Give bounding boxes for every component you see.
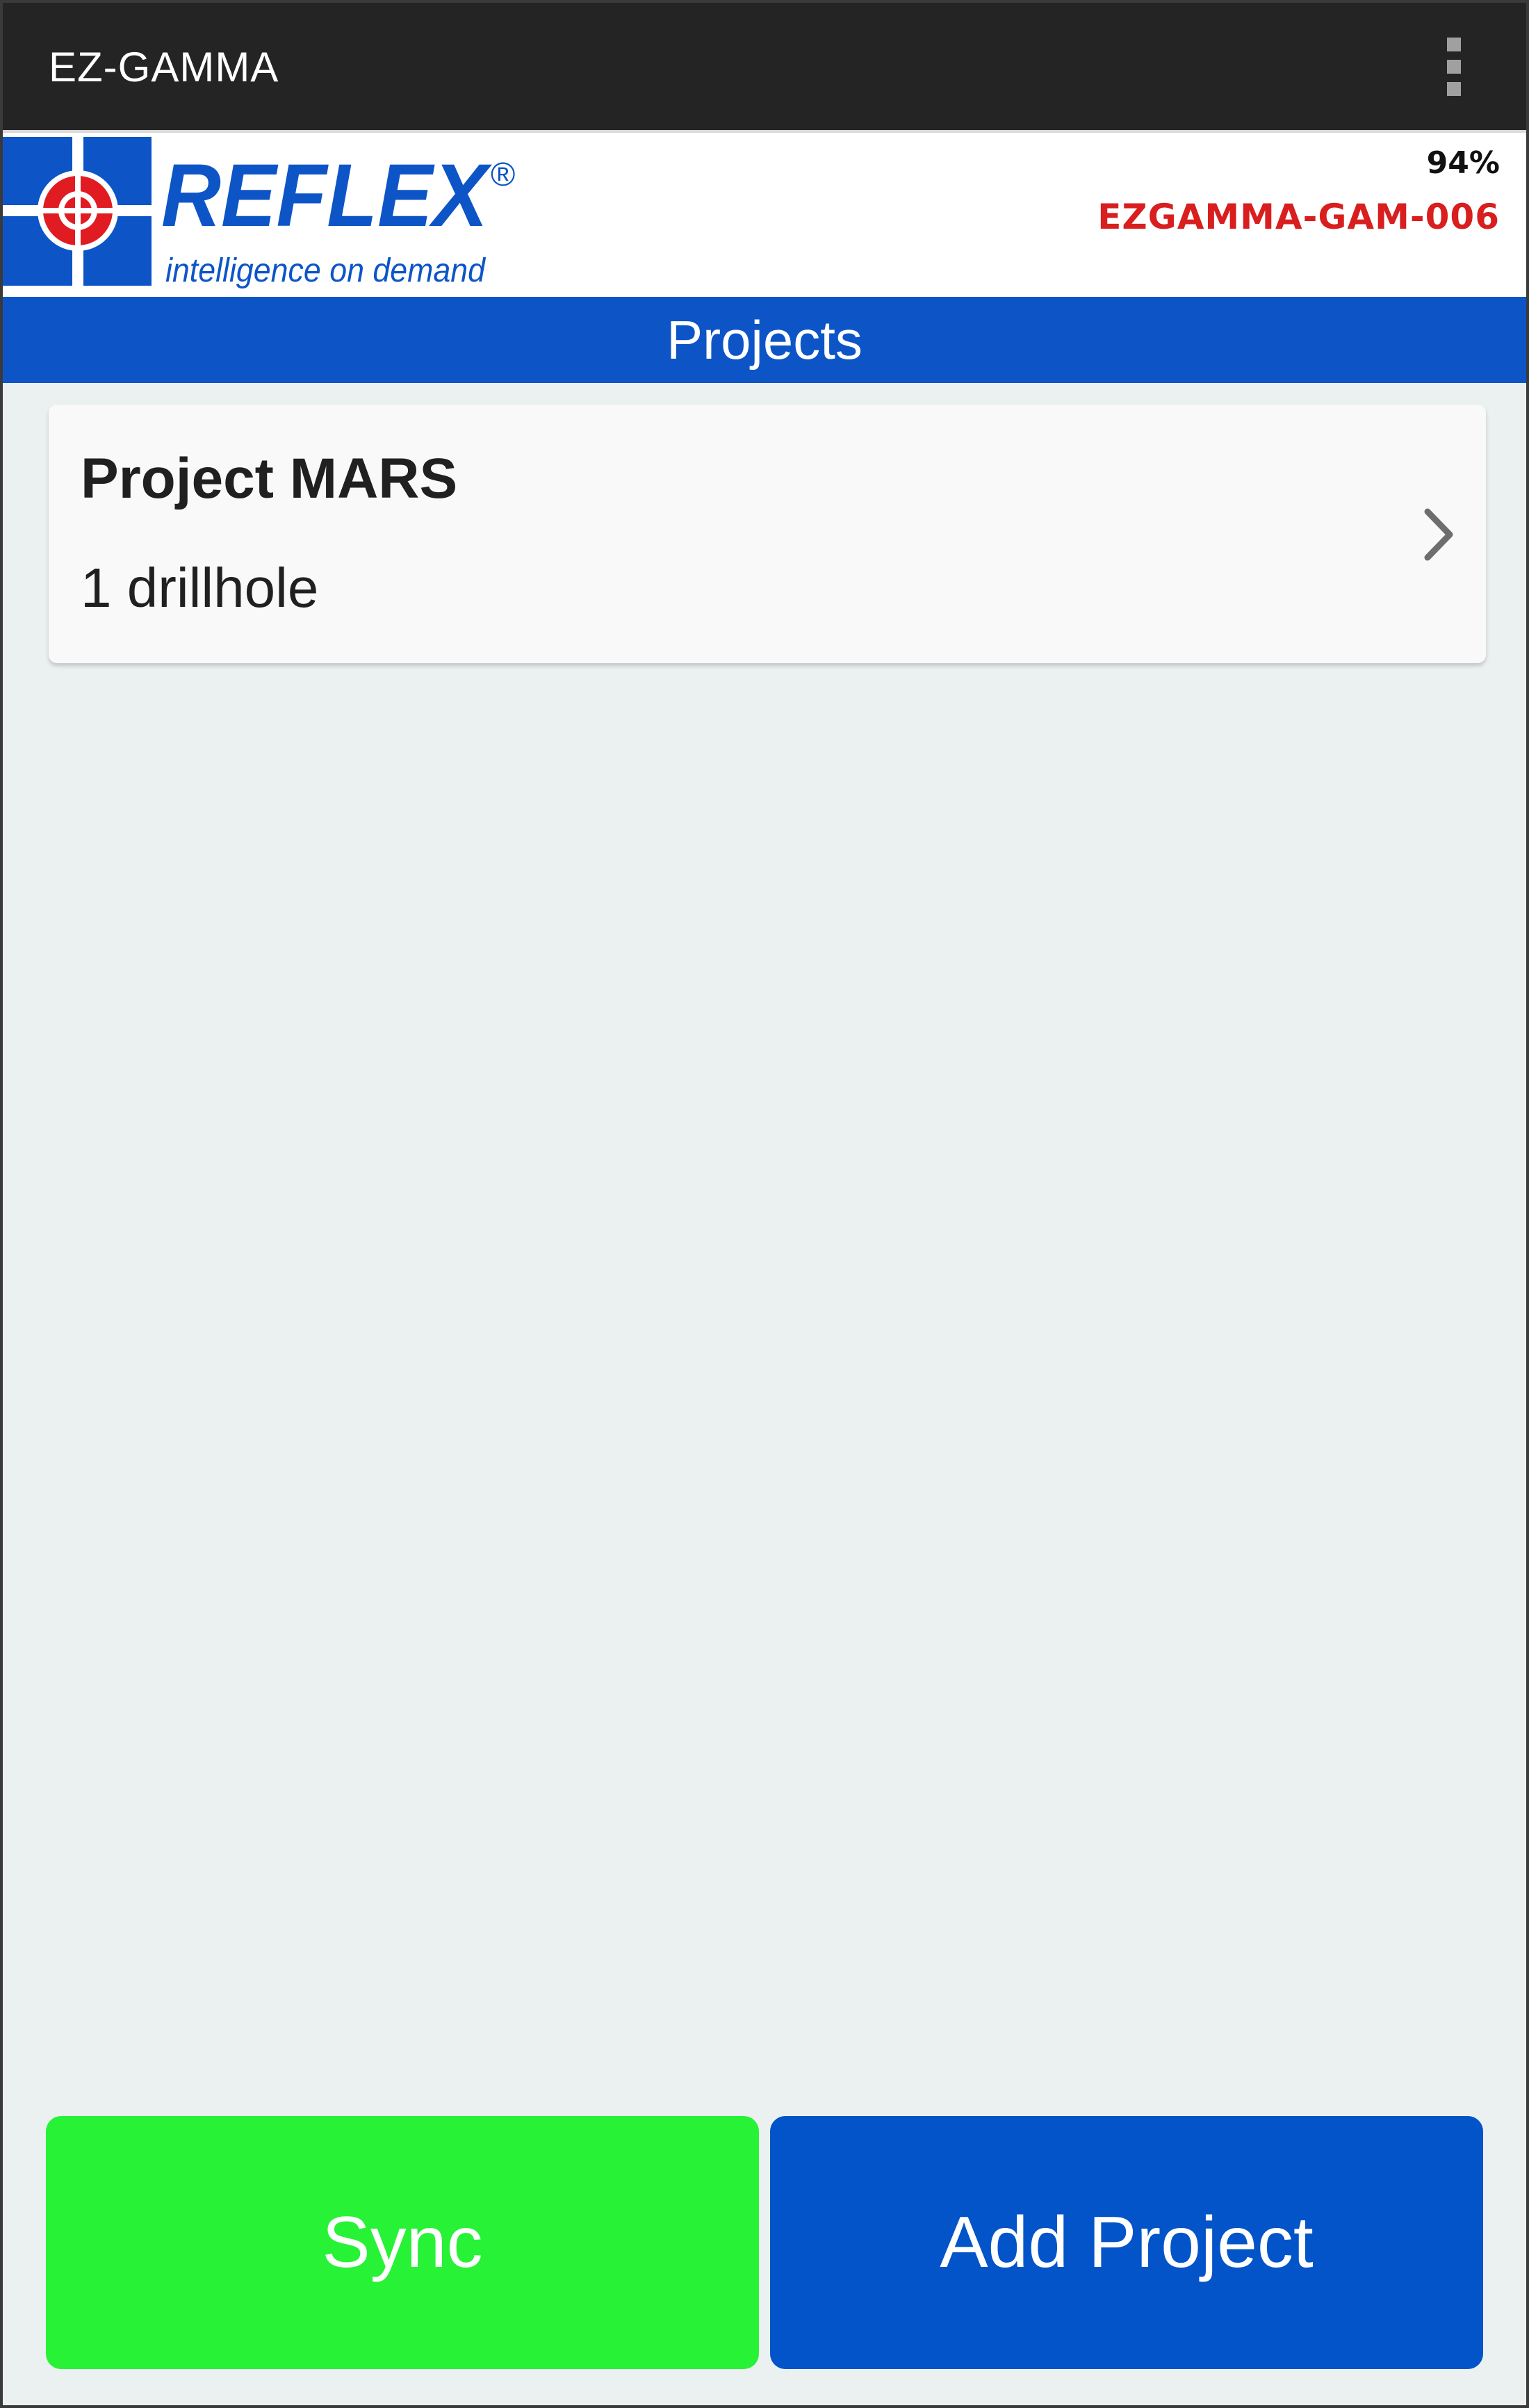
overflow-menu-icon[interactable] [1440,38,1468,96]
section-title: Projects [667,309,862,371]
reflex-logo: REFLEX ® intelligence on demand [3,137,515,295]
battery-level: 94% [1426,145,1500,181]
menu-dot [1447,82,1461,96]
project-drillhole-count: 1 drillhole [81,557,319,619]
action-bar: EZ-GAMMA [3,3,1526,133]
menu-dot [1447,60,1461,74]
chevron-right-icon [1424,508,1453,561]
menu-dot [1447,38,1461,51]
add-project-button[interactable]: Add Project [770,2116,1483,2369]
device-id: EZGAMMA-GAM-006 [1097,197,1500,237]
logo-tagline: intelligence on demand [165,252,486,289]
project-list-item[interactable]: Project MARS 1 drillhole [49,405,1486,663]
registered-mark: ® [491,156,515,193]
brand-header: REFLEX ® intelligence on demand 94% EZGA… [3,133,1526,297]
logo-wordmark: REFLEX [161,146,492,245]
sync-button[interactable]: Sync [46,2116,759,2369]
app-title: EZ-GAMMA [49,44,279,90]
project-name: Project MARS [81,447,458,510]
section-header: Projects [3,297,1526,383]
app-screen: EZ-GAMMA REFLEX ® intelligence on demand… [0,0,1529,2408]
